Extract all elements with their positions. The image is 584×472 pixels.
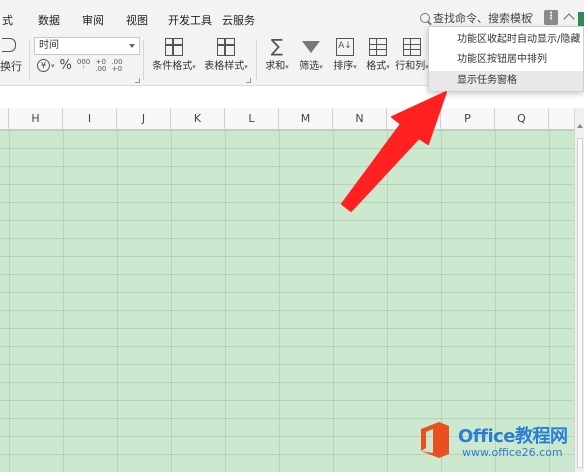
office-logo-icon	[421, 422, 449, 458]
increase-decimal-icon[interactable]: +0.00	[95, 58, 106, 73]
column-header[interactable]: L	[225, 108, 279, 130]
ribbon-options-menu: 功能区收起时自动显示/隐藏 功能区按钮居中排列 显示任务窗格	[428, 26, 584, 92]
tab-view[interactable]: 视图	[126, 12, 148, 28]
format-icon	[369, 38, 387, 56]
separator	[143, 40, 144, 80]
more-options-icon[interactable]: ⋮	[544, 10, 558, 25]
command-search[interactable]: 查找命令、搜索模板	[420, 11, 532, 25]
search-icon	[420, 13, 430, 23]
menu-item-show-task-pane[interactable]: 显示任务窗格	[429, 71, 583, 91]
column-header[interactable]: Q	[495, 108, 549, 130]
scroll-up-icon[interactable]	[577, 124, 583, 128]
column-header[interactable]: N	[333, 108, 387, 130]
format-button[interactable]: 格式▾	[362, 36, 394, 86]
dialog-launcher-icon[interactable]	[246, 78, 251, 83]
tab-developer[interactable]: 开发工具	[168, 12, 212, 28]
chevron-down-icon[interactable]: ▾	[51, 62, 55, 70]
number-buttons: ¥ ▾ % 000 ⁾ +0.00 .00 +0	[37, 58, 123, 73]
decrease-decimal-icon[interactable]: .00 +0	[111, 58, 122, 73]
wrap-text-button[interactable]: 换行	[0, 36, 28, 86]
conditional-format-button[interactable]: 条件格式▾	[148, 36, 200, 86]
column-headers: H I J K L M N O P Q	[0, 108, 574, 130]
select-all-corner[interactable]	[0, 108, 9, 130]
column-header[interactable]: H	[9, 108, 63, 130]
column-header[interactable]: I	[63, 108, 117, 130]
separator	[29, 40, 30, 80]
wrap-label: 换行	[0, 60, 22, 73]
filter-icon	[302, 41, 320, 53]
menu-item-center-buttons[interactable]: 功能区按钮居中排列	[429, 50, 583, 70]
scroll-thumb[interactable]	[577, 138, 583, 468]
table-style-button[interactable]: 表格样式▾	[200, 36, 252, 86]
column-header[interactable]: M	[279, 108, 333, 130]
sort-icon: A↓	[336, 38, 354, 56]
sum-button[interactable]: ∑ 求和▾	[260, 36, 294, 86]
search-label: 查找命令、搜索模板	[433, 12, 532, 25]
watermark: Office教程网 www.office26.com	[418, 420, 584, 472]
vertical-scrollbar[interactable]	[574, 108, 584, 472]
dialog-launcher-icon[interactable]	[135, 78, 140, 83]
row-col-icon	[403, 38, 421, 56]
watermark-url: www.office26.com	[462, 446, 563, 459]
separator	[256, 40, 257, 80]
tab-review[interactable]: 审阅	[82, 12, 104, 28]
help-icon[interactable]: ?	[527, 11, 533, 25]
menu-item-auto-hide[interactable]: 功能区收起时自动显示/隐藏	[429, 30, 583, 50]
column-header[interactable]: K	[171, 108, 225, 130]
wrap-icon	[2, 38, 16, 52]
number-format-value: 时间	[39, 40, 59, 51]
percent-icon[interactable]: %	[60, 58, 72, 73]
currency-icon[interactable]: ¥	[37, 59, 50, 72]
tab-formula[interactable]: 式	[2, 12, 13, 28]
filter-button[interactable]: 筛选▾	[294, 36, 328, 86]
conditional-format-icon	[165, 38, 183, 56]
collapse-ribbon-icon[interactable]	[564, 12, 574, 22]
tab-cloud[interactable]: 云服务	[222, 12, 255, 28]
row-col-button[interactable]: 行和列▾	[394, 36, 430, 86]
thousands-icon[interactable]: 000 ⁾	[77, 58, 90, 73]
table-style-icon	[217, 38, 235, 56]
sigma-icon: ∑	[270, 36, 284, 57]
column-header[interactable]: J	[117, 108, 171, 130]
chevron-down-icon	[129, 44, 135, 48]
number-format-select[interactable]: 时间	[34, 37, 140, 55]
tab-data[interactable]: 数据	[38, 12, 60, 28]
column-header[interactable]: O	[387, 108, 441, 130]
column-header[interactable]: P	[441, 108, 495, 130]
sort-button[interactable]: A↓ 排序▾	[328, 36, 362, 86]
watermark-title: Office教程网	[458, 426, 568, 447]
